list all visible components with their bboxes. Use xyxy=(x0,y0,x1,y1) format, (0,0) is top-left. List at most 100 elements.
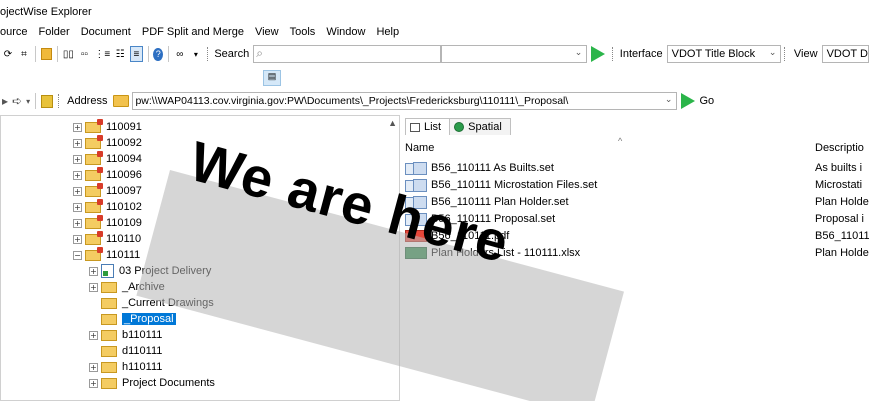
refresh-icon[interactable]: ⟳ xyxy=(2,46,14,62)
menu-source[interactable]: ource xyxy=(0,26,34,38)
chevron-down-icon[interactable]: ▾ xyxy=(26,97,30,106)
sort-caret-icon: ^ xyxy=(618,136,623,146)
menu-window[interactable]: Window xyxy=(321,26,371,38)
tree-item[interactable]: + b110111 xyxy=(89,327,162,343)
project-folder-icon xyxy=(85,246,103,261)
expand-icon[interactable]: + xyxy=(89,282,98,292)
list-view-icon[interactable]: ⋮≡ xyxy=(94,46,110,62)
toolbar-grip[interactable] xyxy=(58,94,61,108)
tree-item[interactable]: + 110096 xyxy=(73,166,142,183)
forward-arrow-icon[interactable]: ➪ xyxy=(12,94,22,108)
folder-icon xyxy=(101,297,117,309)
address-label: Address xyxy=(67,95,108,107)
column-name[interactable]: Name xyxy=(405,142,434,154)
tree-item[interactable]: + h110111 xyxy=(89,359,162,375)
expand-icon[interactable]: + xyxy=(89,266,98,276)
file-description: B56_11011 xyxy=(815,230,869,242)
address-bar: ▸ ➪ ▾ Address pw:\\WAP04113.cov.virginia… xyxy=(0,90,869,112)
expand-icon[interactable]: + xyxy=(73,138,82,148)
tree-item-selected[interactable]: _Proposal xyxy=(89,311,176,327)
find-binoculars-icon[interactable]: ∞ xyxy=(174,46,186,62)
folder-icon xyxy=(101,345,117,357)
go-arrow-icon[interactable] xyxy=(681,93,696,109)
project-folder-icon xyxy=(85,198,103,213)
menu-document[interactable]: Document xyxy=(76,26,137,38)
toolbar-grip[interactable] xyxy=(206,47,210,61)
expand-icon[interactable]: + xyxy=(73,186,82,196)
expand-icon[interactable]: + xyxy=(73,234,82,244)
tree-item-label: 110097 xyxy=(106,185,142,197)
interface-label: Interface xyxy=(619,48,663,60)
tree-item-label: 110109 xyxy=(106,217,142,229)
menu-pdf-split-merge[interactable]: PDF Split and Merge xyxy=(137,26,250,38)
details-view-icon[interactable]: ☷ xyxy=(114,46,126,62)
tree-item-label: 110094 xyxy=(106,153,142,165)
tree-item[interactable]: + 110102 xyxy=(73,198,142,215)
menu-view[interactable]: View xyxy=(250,26,285,38)
chevron-down-icon[interactable]: ⌄ xyxy=(575,47,583,58)
tree-item-label: 110110 xyxy=(106,233,142,245)
expand-icon[interactable]: + xyxy=(73,122,82,132)
expand-icon[interactable]: + xyxy=(89,362,98,372)
tab-list[interactable]: List xyxy=(405,118,451,135)
chevron-down-icon[interactable]: ▾ xyxy=(190,46,202,62)
menu-tools[interactable]: Tools xyxy=(285,26,322,38)
file-row[interactable]: B56_110111 As Builts.set As builts i xyxy=(405,160,869,176)
file-description: Microstati xyxy=(815,179,863,191)
toolbar-separator xyxy=(34,46,36,62)
expand-icon[interactable]: + xyxy=(73,154,82,164)
menu-help[interactable]: Help xyxy=(371,26,405,38)
tree-item[interactable]: + 110097 xyxy=(73,182,142,199)
tree-item[interactable]: + 110091 xyxy=(73,118,142,135)
tab-spatial[interactable]: Spatial xyxy=(450,118,511,135)
expand-icon[interactable]: + xyxy=(89,378,98,388)
large-icons-view-icon[interactable]: ▯▯ xyxy=(62,46,74,62)
column-description[interactable]: Descriptio xyxy=(815,142,864,154)
tree-item-label: d110111 xyxy=(122,345,163,357)
stack-icon[interactable] xyxy=(40,48,52,60)
folder-icon xyxy=(113,95,130,107)
folder-icon xyxy=(101,377,117,389)
tree-item[interactable]: − 110111 xyxy=(73,246,140,263)
folder-icon xyxy=(101,361,117,373)
chevron-down-icon[interactable]: ⌄ xyxy=(665,94,673,105)
address-input[interactable]: pw:\\WAP04113.cov.virginia.gov:PW\Docume… xyxy=(132,92,678,110)
tree-item[interactable]: + 110094 xyxy=(73,150,142,167)
chevron-down-icon[interactable]: ⌄ xyxy=(769,47,777,58)
tree-item[interactable]: + 110092 xyxy=(73,134,142,151)
tree-item[interactable]: + 110109 xyxy=(73,214,142,231)
search-scope-combo[interactable]: ⌄ xyxy=(440,45,588,63)
tree-item[interactable]: + Project Documents xyxy=(89,375,215,391)
small-icons-view-icon[interactable]: ▫▫ xyxy=(78,46,90,62)
network-icon[interactable]: ⌗ xyxy=(18,46,30,62)
collapse-icon[interactable]: − xyxy=(73,250,82,260)
expand-icon[interactable]: + xyxy=(73,218,82,228)
project-folder-icon xyxy=(85,150,103,165)
window-title: ojectWise Explorer xyxy=(0,0,869,22)
folder-icon xyxy=(101,281,117,293)
go-button[interactable]: Go xyxy=(699,95,714,107)
tab-spatial-label: Spatial xyxy=(468,121,502,133)
toolbar-grip[interactable] xyxy=(784,47,787,61)
scroll-up-icon[interactable]: ▲ xyxy=(388,118,397,128)
menu-folder[interactable]: Folder xyxy=(34,26,76,38)
expand-icon[interactable]: + xyxy=(73,170,82,180)
expand-icon[interactable]: + xyxy=(89,330,98,340)
project-folder-icon xyxy=(85,230,103,245)
help-icon[interactable]: ? xyxy=(153,47,164,61)
workflow-icon[interactable]: ▤ xyxy=(263,70,281,86)
report-view-icon[interactable]: ≡ xyxy=(130,46,143,62)
interface-select[interactable]: VDOT Title Block ⌄ xyxy=(666,45,782,63)
tree-item-label: 110102 xyxy=(106,201,142,213)
search-input[interactable]: ⌕ xyxy=(253,45,441,63)
tree-item-label: _Proposal xyxy=(122,313,176,325)
up-folder-icon[interactable] xyxy=(41,94,54,108)
file-row[interactable]: B56_110111 Microstation Files.set Micros… xyxy=(405,177,869,193)
expand-icon[interactable]: + xyxy=(73,202,82,212)
run-search-icon[interactable] xyxy=(591,46,606,62)
back-arrow-icon[interactable]: ▸ xyxy=(2,94,8,108)
view-select[interactable]: VDOT Desi xyxy=(821,45,869,63)
tree-item[interactable]: + 110110 xyxy=(73,230,142,247)
tree-item[interactable]: d110111 xyxy=(89,343,162,359)
toolbar-grip[interactable] xyxy=(612,47,615,61)
